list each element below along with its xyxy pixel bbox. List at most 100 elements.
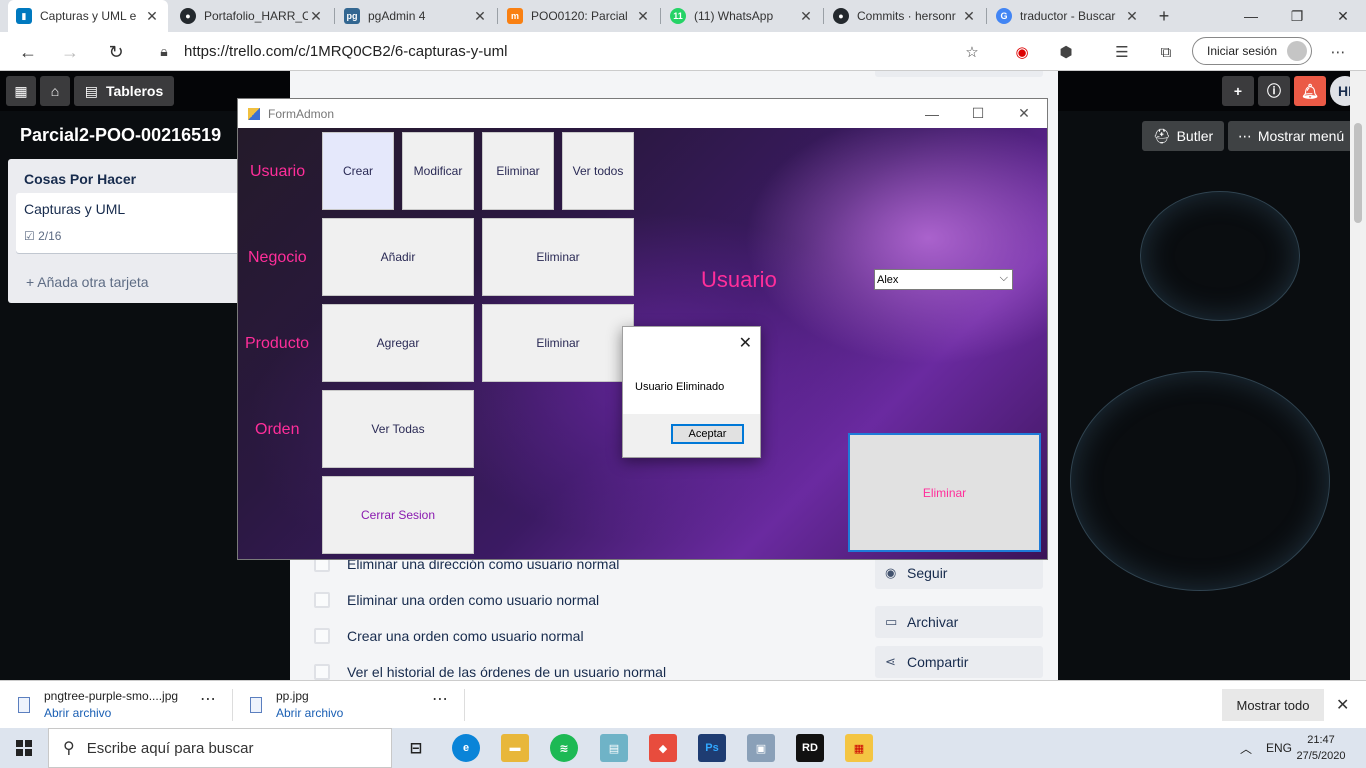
checkbox[interactable]	[314, 592, 330, 608]
download-item[interactable]: pp.jpg Abrir archivo	[250, 687, 450, 723]
share-button[interactable]: ⋖ Compartir	[875, 646, 1043, 678]
more-menu-icon[interactable]: ⋯	[1326, 40, 1350, 64]
winforms-app-icon[interactable]: ▦	[845, 734, 873, 762]
archive-button[interactable]: ▭ Archivar	[875, 606, 1043, 638]
download-options-icon[interactable]: ⋯	[200, 689, 216, 709]
close-window-icon[interactable]: ✕	[1320, 0, 1366, 32]
tab-whatsapp[interactable]: 11 (11) WhatsApp ✕	[662, 0, 822, 32]
git-icon[interactable]: ◆	[649, 734, 677, 762]
close-icon[interactable]: ✕	[144, 8, 160, 25]
show-all-button[interactable]: Mostrar todo	[1222, 689, 1324, 721]
tab-moodle[interactable]: m POO0120: Parcial ✕	[499, 0, 659, 32]
restore-icon[interactable]: ❐	[1274, 0, 1320, 32]
tab-github-portafolio[interactable]: ● Portafolio_HARR_C ✕	[172, 0, 332, 32]
eliminar-button[interactable]: Eliminar	[848, 433, 1041, 552]
butler-button[interactable]: ⛑︎ Butler	[1142, 121, 1224, 151]
aceptar-button[interactable]: Aceptar	[671, 424, 744, 444]
notepad-icon[interactable]: ▤	[600, 734, 628, 762]
extension-box-icon[interactable]: ⬢	[1054, 40, 1078, 64]
open-file-link[interactable]: Abrir archivo	[276, 706, 343, 720]
minimize-icon[interactable]: —	[1228, 0, 1274, 32]
page-scrollbar[interactable]	[1350, 71, 1366, 680]
download-options-icon[interactable]: ⋯	[432, 689, 448, 709]
close-icon[interactable]: ✕	[961, 8, 977, 25]
form-titlebar[interactable]: FormAdmon — ☐ ✕	[238, 99, 1047, 128]
ver-todos-usuarios-button[interactable]: Ver todos	[562, 132, 634, 210]
section-label-usuario: Usuario	[250, 163, 306, 180]
cerrar-sesion-button[interactable]: Cerrar Sesion	[322, 476, 474, 554]
task-view-icon[interactable]: ⊟	[402, 734, 430, 762]
card-capturas-uml[interactable]: Capturas y UML ☑ 2/16	[16, 193, 262, 253]
checklist-item-label: Eliminar una orden como usuario normal	[347, 592, 600, 608]
download-item[interactable]: pngtree-purple-smo....jpg Abrir archivo	[18, 687, 218, 723]
close-icon[interactable]: ✕	[1124, 8, 1140, 25]
tab-github-commits[interactable]: ● Commits · hersonr ✕	[825, 0, 985, 32]
maximize-icon[interactable]: ☐	[955, 99, 1001, 128]
checklist-item[interactable]: Ver el historial de las órdenes de un us…	[314, 664, 666, 680]
tab-pgadmin[interactable]: pg pgAdmin 4 ✕	[336, 0, 496, 32]
sidebar-action-top[interactable]	[875, 71, 1043, 77]
crear-usuario-button[interactable]: Crear	[322, 132, 394, 210]
close-icon[interactable]: ✕	[308, 8, 324, 25]
follow-button[interactable]: ◉ Seguir	[875, 557, 1043, 589]
eliminar-producto-button[interactable]: Eliminar	[482, 304, 634, 382]
checklist-item[interactable]: Crear una orden como usuario normal	[314, 628, 584, 644]
scrollbar-thumb[interactable]	[1354, 123, 1362, 223]
tray-chevron-icon[interactable]: ︿	[1240, 728, 1252, 768]
close-icon[interactable]: ✕	[472, 8, 488, 25]
checkbox[interactable]	[314, 628, 330, 644]
home-icon[interactable]: ⌂	[40, 76, 70, 106]
favorite-star-icon[interactable]: ☆	[960, 40, 984, 64]
eliminar-usuario-button[interactable]: Eliminar	[482, 132, 554, 210]
tab-separator	[986, 8, 987, 24]
signin-button[interactable]: Iniciar sesión	[1192, 37, 1312, 65]
refresh-icon[interactable]: ↻	[102, 38, 130, 66]
tab-trello[interactable]: ▮ Capturas y UML e ✕	[8, 0, 168, 32]
create-icon[interactable]: +	[1222, 76, 1254, 106]
apps-grid-icon[interactable]: ▦	[6, 76, 36, 106]
show-menu-button[interactable]: ⋯ Mostrar menú	[1228, 121, 1354, 151]
windows-start-icon[interactable]	[0, 728, 48, 768]
system-clock[interactable]: 21:47 27/5/2020	[1296, 732, 1346, 764]
close-icon[interactable]: ✕	[635, 8, 651, 25]
open-file-link[interactable]: Abrir archivo	[44, 706, 111, 720]
photos-icon[interactable]: ▣	[747, 734, 775, 762]
minimize-icon[interactable]: —	[909, 99, 955, 128]
edge-icon[interactable]: e	[452, 734, 480, 762]
new-tab-button[interactable]: +	[1148, 0, 1180, 32]
close-icon[interactable]: ✕	[1336, 695, 1349, 715]
tab-strip: ▮ Capturas y UML e ✕ ● Portafolio_HARR_C…	[0, 0, 1366, 32]
extension-opera-icon[interactable]: ◉	[1010, 40, 1034, 64]
checkbox[interactable]	[314, 664, 330, 680]
favorites-list-icon[interactable]: ☰	[1110, 40, 1134, 64]
boards-icon: ▤	[84, 82, 98, 99]
checklist-item[interactable]: Eliminar una orden como usuario normal	[314, 592, 599, 608]
close-icon[interactable]: ✕	[798, 8, 814, 25]
agregar-producto-button[interactable]: Agregar	[322, 304, 474, 382]
board-title[interactable]: Parcial2-POO-00216519	[20, 125, 221, 146]
eliminar-negocio-button[interactable]: Eliminar	[482, 218, 634, 296]
address-bar[interactable]: 🔒︎ https://trello.com/c/1MRQ0CB2/6-captu…	[144, 36, 994, 66]
usuario-combobox[interactable]: Alex ⌵	[874, 269, 1013, 290]
add-card-button[interactable]: + Añada otra tarjeta	[26, 274, 149, 290]
file-explorer-icon[interactable]: ▬	[501, 734, 529, 762]
photoshop-icon[interactable]: Ps	[698, 734, 726, 762]
chevron-down-icon[interactable]: ⌵	[1000, 272, 1008, 285]
rider-icon[interactable]: RD	[796, 734, 824, 762]
language-indicator[interactable]: ENG	[1266, 728, 1292, 768]
close-icon[interactable]: ✕	[739, 333, 752, 353]
collections-icon[interactable]: ⧉	[1154, 40, 1178, 64]
modificar-usuario-button[interactable]: Modificar	[402, 132, 474, 210]
close-icon[interactable]: ✕	[1001, 99, 1047, 128]
info-icon[interactable]: ⓘ	[1258, 76, 1290, 106]
forward-icon[interactable]: →	[56, 38, 84, 66]
divider	[464, 689, 465, 721]
notification-bell-icon[interactable]: 🔔︎	[1294, 76, 1326, 106]
anadir-negocio-button[interactable]: Añadir	[322, 218, 474, 296]
taskbar-search[interactable]: ⚲ Escribe aquí para buscar	[48, 728, 392, 768]
boards-button[interactable]: ▤ Tableros	[74, 76, 174, 106]
back-icon[interactable]: ←	[14, 38, 42, 66]
tab-google[interactable]: G traductor - Buscar ✕	[988, 0, 1148, 32]
spotify-icon[interactable]: ≋	[550, 734, 578, 762]
ver-todas-ordenes-button[interactable]: Ver Todas	[322, 390, 474, 468]
